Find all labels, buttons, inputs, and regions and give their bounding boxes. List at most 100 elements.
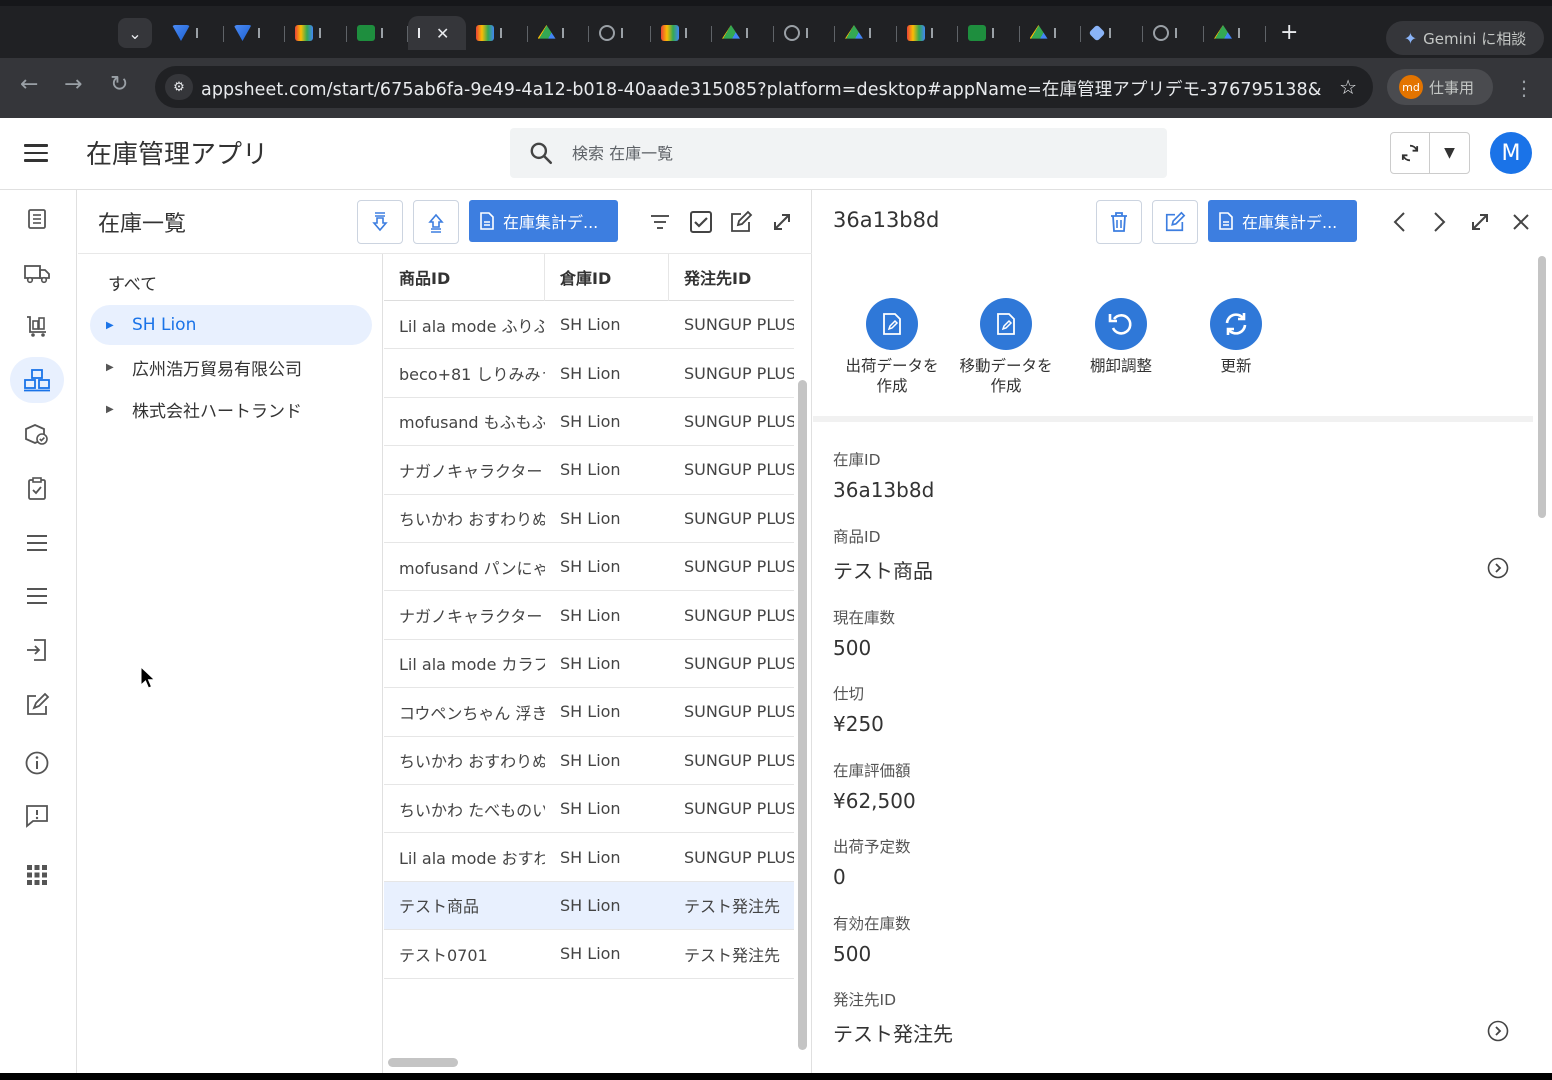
list-horizontal-scrollbar[interactable] xyxy=(388,1058,458,1067)
chevron-right-circle-icon[interactable] xyxy=(1487,1020,1509,1042)
table-row[interactable]: Lil ala mode ふりふ SH Lion SUNGUP PLUS xyxy=(384,301,794,350)
chevron-right-circle-icon[interactable] xyxy=(1487,557,1509,579)
nav-list-icon[interactable] xyxy=(10,573,64,619)
browser-tab[interactable] xyxy=(162,16,224,50)
sync-dropdown-icon[interactable]: ▼ xyxy=(1430,133,1469,173)
reload-icon[interactable]: ↻ xyxy=(110,74,128,96)
column-header-warehouse-id[interactable]: 倉庫ID xyxy=(545,254,669,301)
table-row[interactable]: mofusand パンにゃ SH Lion SUNGUP PLUS xyxy=(384,543,794,592)
create-transfer-action[interactable]: 移動データを 作成 xyxy=(946,298,1066,396)
nav-feedback-icon[interactable] xyxy=(10,793,64,839)
bookmark-star-icon[interactable]: ☆ xyxy=(1339,75,1357,99)
create-shipment-action[interactable]: 出荷データを 作成 xyxy=(832,298,952,396)
nav-list-icon[interactable] xyxy=(10,520,64,566)
table-row[interactable]: テスト商品 SH Lion テスト発注先 xyxy=(384,881,794,931)
hamburger-menu-icon[interactable] xyxy=(24,144,48,162)
close-icon[interactable] xyxy=(1505,206,1537,238)
nav-document-list-icon[interactable] xyxy=(10,196,64,242)
nav-external-edit-icon[interactable] xyxy=(10,682,64,728)
tree-group-heartland[interactable]: ▶ 株式会社ハートランド xyxy=(90,389,372,429)
browser-tab-active[interactable]: ✕ xyxy=(408,16,466,50)
expand-triangle-icon: ▶ xyxy=(106,403,114,415)
browser-tab[interactable] xyxy=(589,16,651,50)
user-avatar[interactable]: M xyxy=(1490,132,1532,174)
profile-chip[interactable]: md 仕事用 xyxy=(1387,69,1493,105)
detail-vertical-scrollbar[interactable] xyxy=(1538,256,1546,518)
url-text[interactable]: appsheet.com/start/675ab6fa-9e49-4a12-b0… xyxy=(201,76,1321,101)
inventory-report-button[interactable]: 在庫集計デ... xyxy=(469,200,618,242)
field-value[interactable]: テスト商品 xyxy=(833,555,933,584)
browser-tab[interactable] xyxy=(347,16,409,50)
table-row[interactable]: beco+81 しりみみう SH Lion SUNGUP PLUS xyxy=(384,349,794,398)
browser-tab[interactable] xyxy=(897,16,959,50)
browser-tab[interactable] xyxy=(285,16,347,50)
tab-search-button[interactable]: ⌄ xyxy=(118,18,152,48)
browser-tab[interactable] xyxy=(1143,16,1205,50)
globe-favicon-icon xyxy=(599,25,615,41)
column-header-supplier-id[interactable]: 発注先ID xyxy=(669,265,794,289)
nav-clipboard-check-icon[interactable] xyxy=(10,466,64,512)
close-tab-icon[interactable]: ✕ xyxy=(436,24,449,43)
tree-all[interactable]: すべて xyxy=(108,270,157,295)
nav-info-icon[interactable] xyxy=(10,740,64,786)
search-bar[interactable] xyxy=(510,128,1167,178)
forward-arrow-icon[interactable]: → xyxy=(64,74,82,96)
nav-box-check-icon[interactable] xyxy=(10,412,64,458)
gemini-label: Gemini に相談 xyxy=(1423,29,1527,48)
edit-record-button[interactable] xyxy=(1152,200,1198,244)
expand-icon[interactable] xyxy=(766,206,798,238)
stocktake-adjust-action[interactable]: 棚卸調整 xyxy=(1061,298,1181,376)
delete-button[interactable] xyxy=(1096,200,1142,244)
filter-icon[interactable] xyxy=(644,206,676,238)
browser-tab[interactable] xyxy=(1204,16,1266,50)
import-button[interactable] xyxy=(357,200,403,244)
expand-icon[interactable] xyxy=(1464,206,1496,238)
previous-record-icon[interactable] xyxy=(1384,206,1416,238)
table-row[interactable]: テスト0701 SH Lion テスト発注先 xyxy=(384,930,794,979)
next-record-icon[interactable] xyxy=(1423,206,1455,238)
browser-menu-icon[interactable]: ⋮ xyxy=(1514,76,1534,100)
edit-icon[interactable] xyxy=(725,206,757,238)
nav-inventory-icon[interactable] xyxy=(10,357,64,403)
table-row[interactable]: ちいかわ おすわりぬ SH Lion SUNGUP PLUS xyxy=(384,737,794,785)
browser-tab[interactable] xyxy=(1020,16,1082,50)
browser-tab[interactable] xyxy=(466,16,528,50)
browser-tab[interactable] xyxy=(774,16,836,50)
nav-cart-icon[interactable] xyxy=(10,303,64,349)
gemini-button[interactable]: ✦ Gemini に相談 xyxy=(1386,21,1544,55)
refresh-action[interactable]: 更新 xyxy=(1176,298,1296,376)
list-vertical-scrollbar[interactable] xyxy=(798,380,807,1050)
tree-group-guangzhou[interactable]: ▶ 広州浩万貿易有限公司 xyxy=(90,347,372,387)
export-button[interactable] xyxy=(413,200,459,244)
browser-tab[interactable] xyxy=(835,16,897,50)
browser-tab[interactable] xyxy=(528,16,590,50)
nav-import-icon[interactable] xyxy=(10,627,64,673)
table-row[interactable]: ナガノキャラクター SH Lion SUNGUP PLUS xyxy=(384,446,794,495)
browser-tab[interactable] xyxy=(1081,16,1143,50)
detail-report-button[interactable]: 在庫集計デ... xyxy=(1208,200,1357,242)
browser-tab[interactable] xyxy=(651,16,713,50)
table-row[interactable]: コウペンちゃん 浮き SH Lion SUNGUP PLUS xyxy=(384,688,794,737)
select-checkbox-icon[interactable] xyxy=(685,206,717,238)
search-input[interactable] xyxy=(572,140,1132,166)
browser-tab[interactable] xyxy=(224,16,286,50)
table-row[interactable]: Lil ala mode カラフ SH Lion SUNGUP PLUS xyxy=(384,640,794,689)
nav-truck-icon[interactable] xyxy=(10,250,64,296)
back-arrow-icon[interactable]: ← xyxy=(20,74,38,96)
table-row[interactable]: ナガノキャラクター SH Lion SUNGUP PLUS xyxy=(384,591,794,640)
sync-button[interactable] xyxy=(1391,133,1431,173)
field-value[interactable]: テスト発注先 xyxy=(833,1018,953,1047)
action-label: 出荷データを 作成 xyxy=(845,357,939,395)
table-row[interactable]: ちいかわ おすわりぬ SH Lion SUNGUP PLUS xyxy=(384,495,794,543)
new-tab-button[interactable]: + xyxy=(1280,22,1298,44)
nav-apps-grid-icon[interactable] xyxy=(10,852,64,898)
site-info-icon[interactable]: ⚙ xyxy=(165,74,193,100)
address-bar[interactable]: ⚙ appsheet.com/start/675ab6fa-9e49-4a12-… xyxy=(155,66,1373,108)
column-header-product-id[interactable]: 商品ID xyxy=(384,254,545,301)
browser-tab[interactable] xyxy=(712,16,774,50)
tree-group-sh-lion[interactable]: ▶ SH Lion xyxy=(90,305,372,345)
table-row[interactable]: Lil ala mode おすわ SH Lion SUNGUP PLUS xyxy=(384,833,794,882)
table-row[interactable]: ちいかわ たべものい SH Lion SUNGUP PLUS xyxy=(384,785,794,834)
table-row[interactable]: mofusand もふもふ SH Lion SUNGUP PLUS xyxy=(384,398,794,447)
browser-tab[interactable] xyxy=(958,16,1020,50)
